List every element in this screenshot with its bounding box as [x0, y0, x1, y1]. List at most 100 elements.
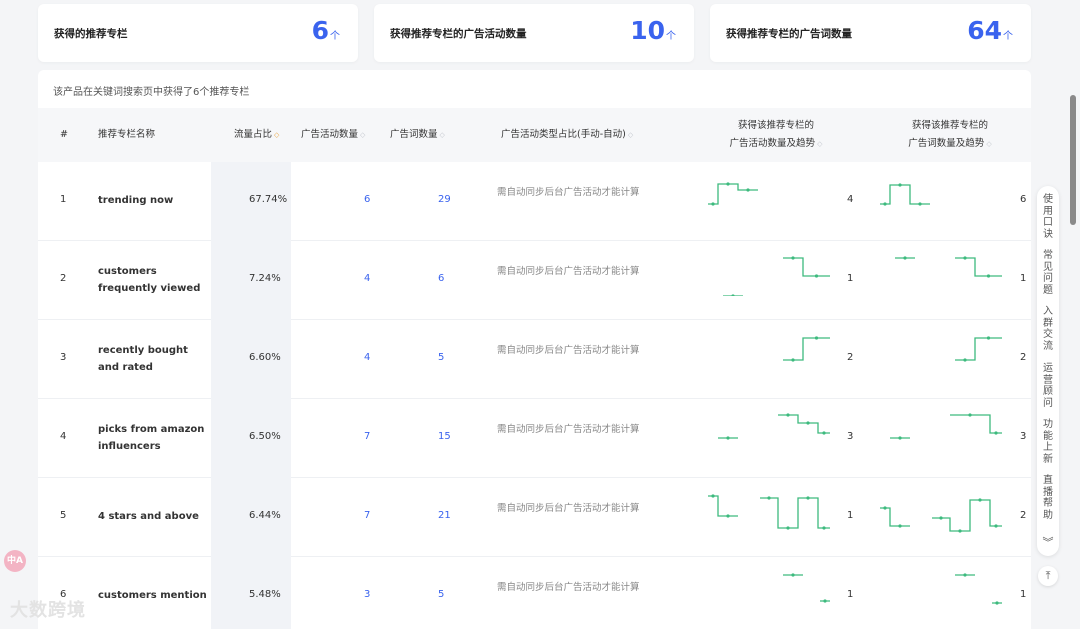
campaign-trend-value: 1	[847, 510, 854, 521]
table-row: 2 customers frequently viewed 7.24% 4 6 需自动同步…	[38, 241, 1031, 320]
traffic-share: 6.44%	[249, 510, 281, 521]
keyword-count-link[interactable]: 6	[438, 273, 444, 284]
sort-icon: ◇	[360, 131, 366, 139]
sync-hint: 需自动同步后台广告活动才能计算	[497, 345, 640, 356]
sparkline-point	[746, 188, 750, 192]
campaign-trend-sparkline	[706, 494, 832, 538]
sparkline-point	[939, 516, 943, 520]
col-campaign-trend[interactable]: 获得该推荐专栏的 广告活动数量及趋势 ◇	[721, 117, 831, 153]
column-name: trending now	[98, 195, 174, 206]
sparkline-point	[726, 514, 730, 518]
sparkline-point	[791, 358, 795, 362]
campaign-trend-sparkline	[706, 180, 832, 224]
sparkline-point	[883, 202, 887, 206]
stat-value: 64个	[967, 16, 1013, 45]
column-name: picks from amazon influencers	[98, 424, 205, 452]
row-index: 1	[60, 194, 67, 205]
col-type-ratio[interactable]: 广告活动类型占比(手动-自动) ◇	[501, 126, 633, 144]
sparkline-path	[955, 337, 1002, 361]
sparkline-point	[994, 524, 998, 528]
sparkline-point	[791, 573, 795, 577]
keyword-count-link[interactable]: 21	[438, 510, 451, 521]
col-name: 推荐专栏名称	[98, 129, 156, 140]
keyword-count-link[interactable]: 15	[438, 431, 451, 442]
chevron-double-down-icon[interactable]: ︾	[1041, 534, 1055, 549]
table-row: 54 stars and above 6.44% 7 21 需自动同步后台广告活动才能计…	[38, 478, 1031, 557]
row-index: 3	[60, 352, 67, 363]
side-tool-live[interactable]: 直播帮助	[1042, 475, 1054, 521]
col-campaigns[interactable]: 广告活动数量 ◇	[301, 126, 365, 144]
table-header: # 推荐专栏名称 流量占比 ◇ 广告活动数量 ◇ 广告词数量 ◇ 广告活动类型占比(手…	[38, 108, 1031, 162]
campaign-count-link[interactable]: 7	[364, 510, 370, 521]
keyword-trend-sparkline	[878, 256, 1004, 300]
campaign-count-link[interactable]: 3	[364, 589, 370, 600]
sparkline-point	[978, 498, 982, 502]
sparkline-point	[963, 256, 967, 260]
sparkline-path	[718, 414, 830, 439]
back-to-top-button[interactable]: ⤒	[1038, 566, 1058, 586]
keyword-trend-sparkline	[878, 573, 1004, 617]
sparkline-path	[955, 574, 1002, 604]
sync-hint: 需自动同步后台广告活动才能计算	[497, 503, 640, 514]
campaign-trend-sparkline	[706, 573, 832, 617]
keyword-count-link[interactable]: 5	[438, 589, 444, 600]
traffic-share: 5.48%	[249, 589, 281, 600]
sparkline-point	[822, 431, 826, 435]
campaign-count-link[interactable]: 7	[364, 431, 370, 442]
sync-hint: 需自动同步后台广告活动才能计算	[497, 582, 640, 593]
stat-label: 获得推荐专栏的广告活动数量	[390, 28, 527, 40]
sparkline-path	[895, 257, 1002, 277]
sparkline-point	[814, 336, 819, 340]
sparkline-point	[823, 599, 827, 603]
sparkline-point	[995, 601, 999, 605]
column-name: 4 stars and above	[98, 511, 199, 522]
side-tool-tips[interactable]: 使用口诀	[1042, 194, 1054, 240]
sparkline-point	[883, 506, 887, 510]
keyword-trend-value: 2	[1020, 352, 1027, 363]
sparkline-path	[783, 337, 830, 361]
sort-icon: ◇	[627, 131, 634, 139]
stat-card-keywords: 获得推荐专栏的广告词数量 64个	[710, 4, 1031, 62]
keyword-count-link[interactable]: 5	[438, 352, 444, 363]
sparkline-point	[711, 202, 715, 206]
column-name: customers frequently viewed	[98, 266, 201, 294]
side-tool-group[interactable]: 入群交流	[1042, 306, 1054, 352]
sparkline-point	[918, 202, 922, 206]
side-toolbar: 使用口诀 常见问题 入群交流 运营顾问 功能上新 直播帮助 ︾	[1037, 186, 1059, 556]
translate-badge[interactable]: 中A	[4, 550, 26, 572]
table-row: 3 recently bought and rated 6.60% 4 5 需自动同步后台…	[38, 320, 1031, 399]
sparkline-point	[806, 421, 810, 425]
sparkline-point	[898, 436, 902, 440]
col-keyword-trend[interactable]: 获得该推荐专栏的 广告词数量及趋势 ◇	[895, 117, 1005, 153]
stat-label: 获得的推荐专栏	[54, 28, 128, 40]
side-tool-new[interactable]: 功能上新	[1042, 419, 1054, 465]
campaign-trend-value: 3	[847, 431, 854, 442]
campaign-count-link[interactable]: 4	[364, 273, 370, 284]
side-tool-faq[interactable]: 常见问题	[1042, 250, 1054, 296]
sparkline-path	[890, 414, 1002, 439]
campaign-trend-value: 1	[847, 273, 854, 284]
sparkline-path	[880, 184, 930, 205]
keyword-trend-value: 6	[1020, 194, 1027, 205]
row-index: 2	[60, 273, 67, 284]
sync-hint: 需自动同步后台广告活动才能计算	[497, 266, 640, 277]
sparkline-point	[791, 256, 795, 260]
stat-card-columns: 获得的推荐专栏 6个	[38, 4, 358, 62]
keyword-trend-value: 1	[1020, 273, 1027, 284]
table-description: 该产品在关键词搜索页中获得了6个推荐专栏	[53, 87, 250, 98]
campaign-trend-sparkline	[706, 256, 832, 300]
sparkline-point	[963, 358, 967, 362]
recommendation-panel: 该产品在关键词搜索页中获得了6个推荐专栏 # 推荐专栏名称 流量占比 ◇ 广告活动…	[38, 70, 1031, 629]
keyword-count-link[interactable]: 29	[438, 194, 451, 205]
campaign-trend-value: 1	[847, 589, 854, 600]
side-tool-advisor[interactable]: 运营顾问	[1042, 363, 1054, 409]
traffic-share: 6.50%	[249, 431, 281, 442]
campaign-count-link[interactable]: 6	[364, 194, 370, 205]
scrollbar-thumb[interactable]	[1070, 95, 1076, 225]
campaign-count-link[interactable]: 4	[364, 352, 370, 363]
keyword-trend-sparkline	[878, 180, 1004, 224]
keyword-trend-sparkline	[878, 411, 1004, 455]
stat-value: 10个	[630, 16, 676, 45]
col-keywords[interactable]: 广告词数量 ◇	[390, 126, 445, 144]
col-traffic[interactable]: 流量占比 ◇	[234, 126, 279, 144]
